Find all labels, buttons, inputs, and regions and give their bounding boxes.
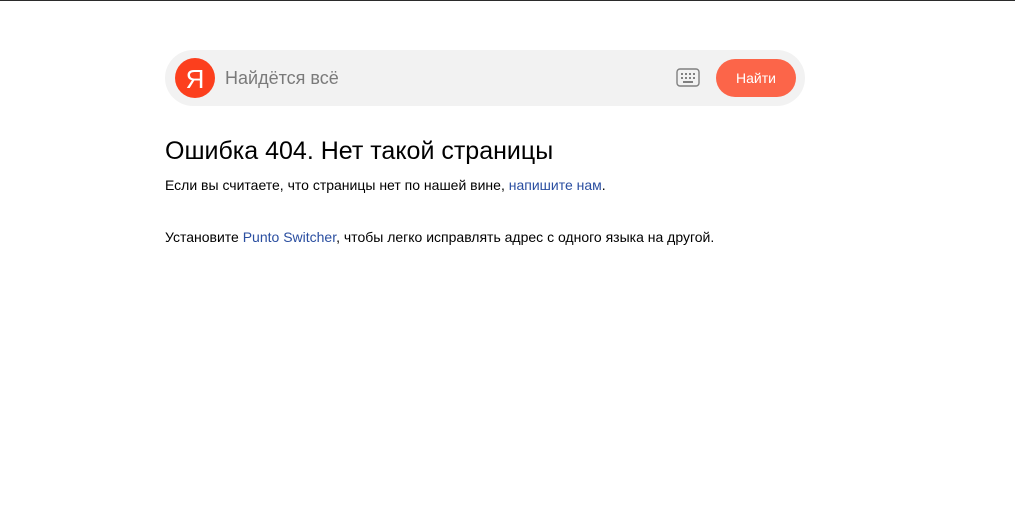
punto-switcher-link[interactable]: Punto Switcher xyxy=(243,229,336,245)
punto-message: Установите Punto Switcher, чтобы легко и… xyxy=(165,229,714,245)
report-text-end: . xyxy=(601,177,606,193)
report-message: Если вы считаете, что страницы нет по на… xyxy=(165,177,606,193)
punto-text: Установите xyxy=(165,229,243,245)
punto-text-end: , чтобы легко исправлять адрес с одного … xyxy=(336,229,715,245)
contact-us-link[interactable]: напишите нам xyxy=(509,177,602,193)
logo-letter: Я xyxy=(185,63,205,94)
yandex-logo[interactable]: Я xyxy=(175,58,215,98)
search-bar: Я Найти xyxy=(165,50,805,106)
search-input[interactable] xyxy=(225,60,665,96)
search-button[interactable]: Найти xyxy=(716,59,796,97)
keyboard-icon[interactable] xyxy=(676,67,700,89)
error-page: Я Найти Ошибка 404. Нет такой страницы Е… xyxy=(0,0,1015,510)
page-title: Ошибка 404. Нет такой страницы xyxy=(165,137,554,165)
report-text: Если вы считаете, что страницы нет по на… xyxy=(165,177,509,193)
